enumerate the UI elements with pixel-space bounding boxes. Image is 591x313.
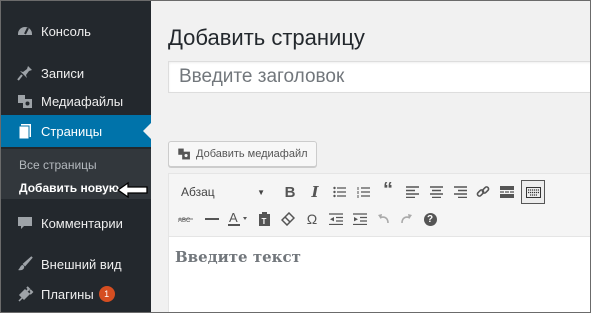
update-count-badge: 1 xyxy=(98,286,115,302)
horizontal-line-icon xyxy=(205,218,219,220)
editor-toolbar: Абзац ▼ B I “ ABC A T Ω ? xyxy=(169,174,590,237)
bullet-list-button[interactable] xyxy=(329,181,351,203)
clipboard-icon: T xyxy=(258,212,270,226)
submenu-item-add-new[interactable]: Добавить новую xyxy=(19,181,119,195)
clear-formatting-button[interactable] xyxy=(277,208,299,230)
text-color-button[interactable]: A xyxy=(227,208,249,230)
text-color-icon: A xyxy=(228,211,247,226)
wp-admin-window: Консоль Записи Медиафайлы Страницы Все с… xyxy=(0,0,591,313)
annotation-arrow-icon xyxy=(117,181,148,199)
media-icon xyxy=(15,91,35,111)
help-icon: ? xyxy=(423,212,437,226)
undo-button[interactable] xyxy=(373,208,395,230)
sidebar-item-media[interactable]: Медиафайлы xyxy=(1,85,151,117)
brush-icon xyxy=(15,254,35,274)
redo-button[interactable] xyxy=(395,208,417,230)
content-editor: Абзац ▼ B I “ ABC A T Ω ? Введите текст xyxy=(168,173,590,312)
pages-icon xyxy=(15,121,35,141)
sidebar-item-label: Комментарии xyxy=(41,215,123,231)
align-right-button[interactable] xyxy=(449,181,471,203)
indent-button[interactable] xyxy=(349,208,371,230)
numbered-list-icon xyxy=(357,187,370,198)
svg-text:A: A xyxy=(229,211,238,225)
help-button[interactable]: ? xyxy=(419,208,441,230)
undo-icon xyxy=(378,214,389,224)
sidebar-item-plugins[interactable]: Плагины 1 xyxy=(1,278,151,310)
add-media-button[interactable]: Добавить медиафайл xyxy=(168,141,317,167)
main-content: Добавить страницу Добавить медиафайл Абз… xyxy=(151,1,590,312)
strikethrough-button[interactable]: ABC xyxy=(175,208,197,230)
sidebar-item-console[interactable]: Консоль xyxy=(1,15,151,47)
special-character-button[interactable]: Ω xyxy=(301,208,323,230)
sidebar-item-label: Страницы xyxy=(41,123,103,139)
read-more-icon xyxy=(500,186,514,198)
add-media-label: Добавить медиафайл xyxy=(196,148,308,160)
toolbar-toggle-button[interactable] xyxy=(521,180,545,204)
sidebar-item-label: Консоль xyxy=(41,23,91,39)
blockquote-button[interactable]: “ xyxy=(377,179,399,201)
plugin-icon xyxy=(15,284,35,304)
media-icon xyxy=(177,147,192,161)
horizontal-line-button[interactable] xyxy=(201,208,223,230)
bold-button[interactable]: B xyxy=(279,181,301,203)
align-right-icon xyxy=(453,186,467,198)
align-center-icon xyxy=(429,186,443,198)
align-left-button[interactable] xyxy=(401,181,423,203)
italic-button[interactable]: I xyxy=(304,181,326,203)
align-left-icon xyxy=(405,186,419,198)
link-button[interactable] xyxy=(472,181,494,203)
bullet-list-icon xyxy=(333,186,346,198)
read-more-button[interactable] xyxy=(496,181,518,203)
page-title-input[interactable] xyxy=(168,61,590,93)
sidebar-item-appearance[interactable]: Внешний вид xyxy=(1,248,151,280)
outdent-icon xyxy=(329,213,343,225)
comment-icon xyxy=(15,213,35,233)
submenu-item-all-pages[interactable]: Все страницы xyxy=(19,158,97,172)
svg-text:T: T xyxy=(261,217,266,226)
active-indicator xyxy=(143,123,151,139)
link-icon xyxy=(476,186,490,197)
page-title: Добавить страницу xyxy=(168,25,365,50)
chevron-down-icon: ▼ xyxy=(257,187,265,197)
eraser-icon xyxy=(281,212,295,226)
sidebar-item-comments[interactable]: Комментарии xyxy=(1,207,151,239)
format-select[interactable]: Абзац ▼ xyxy=(175,180,271,204)
numbered-list-button[interactable] xyxy=(353,181,375,203)
strikethrough-icon: ABC xyxy=(178,218,193,224)
admin-sidebar: Консоль Записи Медиафайлы Страницы Все с… xyxy=(1,1,151,312)
keyboard-icon xyxy=(525,186,541,198)
sidebar-item-label: Записи xyxy=(41,65,85,81)
sidebar-item-label: Медиафайлы xyxy=(41,93,124,109)
sidebar-item-pages[interactable]: Страницы xyxy=(1,115,151,147)
pin-icon xyxy=(15,63,35,83)
dashboard-icon xyxy=(15,21,35,41)
sidebar-item-label: Внешний вид xyxy=(41,256,122,272)
align-center-button[interactable] xyxy=(425,181,447,203)
paste-text-button[interactable]: T xyxy=(253,208,275,230)
redo-icon xyxy=(401,214,412,224)
sidebar-item-label: Плагины xyxy=(41,286,94,302)
editor-content-area[interactable]: Введите текст xyxy=(175,248,301,266)
format-select-value: Абзац xyxy=(181,185,215,199)
indent-icon xyxy=(353,213,367,225)
outdent-button[interactable] xyxy=(325,208,347,230)
